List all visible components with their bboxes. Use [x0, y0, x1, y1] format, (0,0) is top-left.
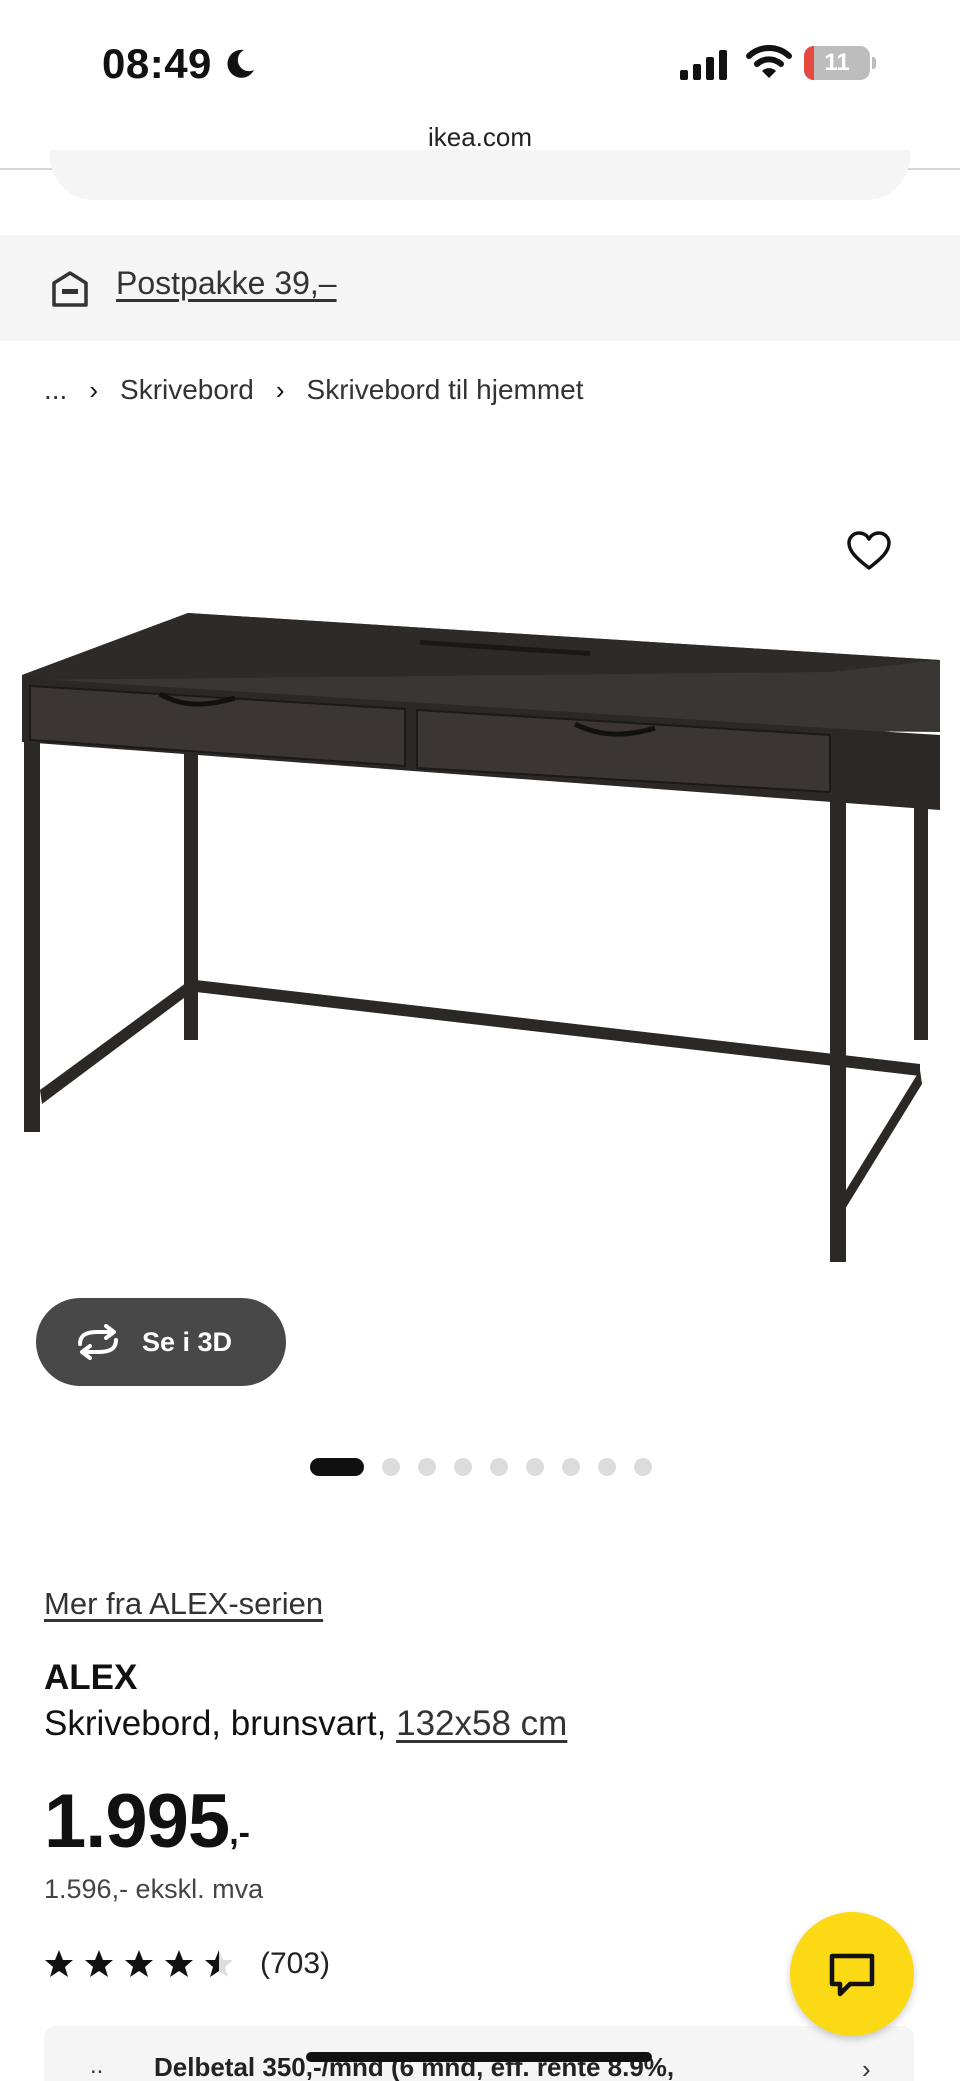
gallery-dot[interactable] [598, 1458, 616, 1476]
delivery-link[interactable]: Postpakke 39,– [116, 265, 337, 302]
gallery-dot[interactable] [454, 1458, 472, 1476]
signal-icon [680, 50, 727, 80]
wifi-icon [746, 45, 792, 78]
breadcrumb-item-home-desks[interactable]: Skrivebord til hjemmet [307, 374, 584, 406]
product-price: 1.995 ,- [44, 1778, 250, 1866]
status-bar: 08:49 11 [0, 0, 960, 120]
moon-icon [227, 49, 254, 78]
product-name: ALEX [44, 1658, 138, 1697]
product-size-link[interactable]: 132x58 cm [396, 1704, 567, 1743]
delivery-banner: Postpakke 39,– [0, 235, 960, 341]
star-icon [165, 1950, 193, 1977]
product-rating[interactable]: (703) [44, 1944, 330, 1984]
review-count[interactable]: (703) [260, 1947, 330, 1981]
battery-level: 11 [824, 49, 850, 76]
breadcrumb-more[interactable]: ... [44, 374, 67, 406]
breadcrumb: ... › Skrivebord › Skrivebord til hjemme… [44, 370, 584, 410]
rotate-3d-icon [78, 1324, 118, 1360]
gallery-dot[interactable] [490, 1458, 508, 1476]
gallery-pagination [310, 1458, 670, 1476]
star-icon [85, 1950, 113, 1977]
status-time: 08:49 [102, 40, 212, 87]
finance-prefix: .. [90, 2052, 104, 2079]
store-box-icon [52, 271, 88, 307]
gallery-dot[interactable] [634, 1458, 652, 1476]
star-half-icon [205, 1950, 233, 1977]
gallery-dot[interactable] [562, 1458, 580, 1476]
chevron-right-icon: › [275, 374, 285, 405]
price-integer: 1.995 [44, 1779, 230, 1864]
price-decimal: ,- [229, 1814, 250, 1852]
gallery-dot[interactable] [382, 1458, 400, 1476]
gallery-dot[interactable] [418, 1458, 436, 1476]
product-image[interactable] [0, 480, 960, 1300]
chevron-right-icon: › [862, 2054, 871, 2081]
product-description: Skrivebord, brunsvart, 132x58 cm [44, 1704, 567, 1744]
chat-button[interactable] [790, 1912, 914, 2036]
battery-icon: 11 [804, 46, 876, 80]
product-description-text: Skrivebord, brunsvart, [44, 1704, 387, 1743]
series-link[interactable]: Mer fra ALEX-serien [44, 1586, 323, 1622]
breadcrumb-item-skrivebord[interactable]: Skrivebord [120, 374, 254, 406]
heart-icon[interactable] [846, 530, 892, 572]
view-3d-button[interactable]: Se i 3D [36, 1298, 286, 1386]
star-icon [45, 1950, 73, 1977]
home-indicator[interactable] [306, 2052, 652, 2062]
search-bar-remnant [50, 150, 910, 200]
url-text[interactable]: ikea.com [0, 122, 960, 153]
gallery-dot-active[interactable] [310, 1458, 364, 1476]
view-3d-label: Se i 3D [142, 1327, 233, 1357]
price-excl-vat: 1.596,- ekskl. mva [44, 1874, 264, 1904]
gallery-dot[interactable] [526, 1458, 544, 1476]
star-icon [125, 1950, 153, 1977]
chat-icon [829, 1953, 875, 1997]
chevron-right-icon: › [89, 374, 99, 405]
